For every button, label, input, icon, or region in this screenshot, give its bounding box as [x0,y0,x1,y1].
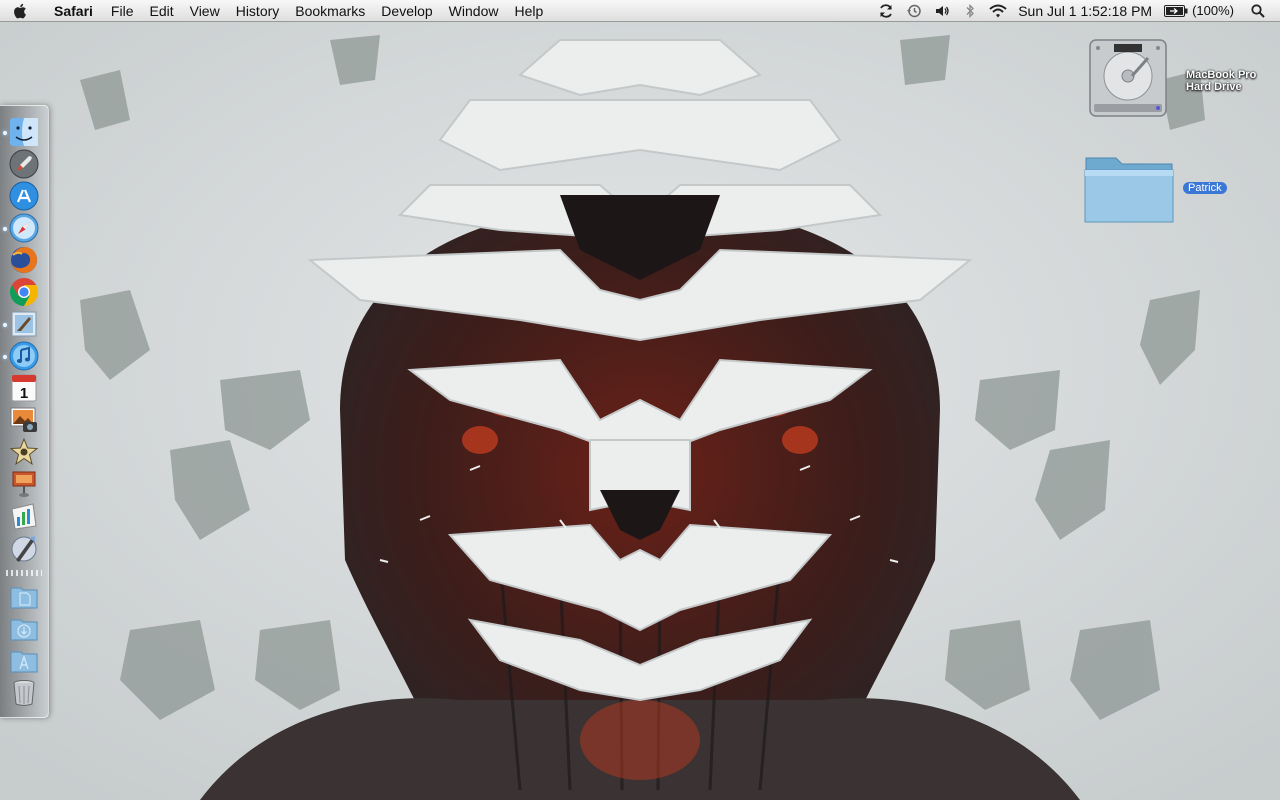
hard-drive-icon [1089,39,1167,117]
dock-iphoto[interactable] [9,405,39,435]
home-folder-desktop-icon[interactable]: Patrick [1082,152,1232,226]
calendar-icon: 1 [11,374,37,402]
dock: 1 [0,105,49,718]
applications-stack-icon [10,651,38,673]
running-indicator-itunes [3,355,7,359]
menu-app-name[interactable]: Safari [40,0,103,22]
wifi-icon[interactable] [986,0,1010,22]
dock-finder[interactable] [9,117,39,147]
finder-icon [10,118,38,146]
menu-edit[interactable]: Edit [141,0,181,22]
apple-menu[interactable] [0,0,40,22]
running-indicator-safari [3,227,7,231]
dock-firefox[interactable] [9,245,39,275]
keynote-icon [12,471,36,497]
dock-keynote[interactable] [9,469,39,499]
bluetooth-icon[interactable] [958,0,982,22]
menubar-clock[interactable]: Sun Jul 1 1:52:18 PM [1012,0,1158,22]
dock-safari[interactable] [9,213,39,243]
dock-calendar[interactable]: 1 [9,373,39,403]
app-store-icon [9,181,39,211]
apple-icon [14,3,26,18]
dock-itunes[interactable] [9,341,39,371]
itunes-icon [9,341,39,371]
iphoto-icon [10,407,37,432]
documents-stack-icon [10,587,38,609]
mail-icon [11,311,37,337]
dock-divider [6,570,42,576]
battery-icon [1164,4,1188,17]
time-machine-icon[interactable] [902,0,926,22]
menu-history[interactable]: History [228,0,288,22]
menu-bookmarks[interactable]: Bookmarks [287,0,373,22]
imovie-icon [9,437,39,466]
dock-downloads-stack[interactable] [9,613,39,643]
chrome-icon [10,278,38,306]
dock-trash[interactable] [9,677,39,707]
dock-launchpad[interactable] [9,149,39,179]
dock-app-store[interactable] [9,181,39,211]
volume-icon[interactable] [930,0,954,22]
dock-documents-stack[interactable] [9,581,39,611]
desktop: Safari File Edit View History Bookmarks … [0,0,1280,800]
battery-status[interactable]: (100%) [1158,3,1238,18]
dock-imovie[interactable] [9,437,39,467]
hard-drive-label-line1: MacBook Pro [1186,69,1257,81]
calendar-day: 1 [20,385,28,402]
menu-develop[interactable]: Develop [373,0,440,22]
battery-percent: (100%) [1192,3,1234,18]
spotlight-search-icon[interactable] [1246,0,1270,22]
menu-bar: Safari File Edit View History Bookmarks … [0,0,1280,22]
running-indicator-mail [3,323,7,327]
launchpad-icon [9,149,39,179]
hard-drive-label-line2: Hard Drive [1186,81,1242,93]
folder-icon [1084,157,1174,223]
running-indicator-finder [3,131,7,135]
menu-view[interactable]: View [182,0,228,22]
dock-chrome[interactable] [9,277,39,307]
downloads-stack-icon [10,619,38,641]
dock-mail[interactable] [9,309,39,339]
menu-window[interactable]: Window [441,0,507,22]
menu-help[interactable]: Help [506,0,551,22]
hard-drive-desktop-icon[interactable]: MacBook Pro Hard Drive [1086,36,1256,122]
dock-xcode[interactable] [9,533,39,563]
dock-applications-stack[interactable] [9,645,39,675]
xcode-icon [11,536,37,562]
folder-label: Patrick [1183,182,1227,194]
trash-icon [13,680,35,706]
numbers-icon [11,503,37,530]
menu-file[interactable]: File [103,0,142,22]
dock-numbers[interactable] [9,501,39,531]
firefox-icon [11,247,37,273]
safari-icon [9,213,39,243]
sync-icon[interactable] [874,0,898,22]
